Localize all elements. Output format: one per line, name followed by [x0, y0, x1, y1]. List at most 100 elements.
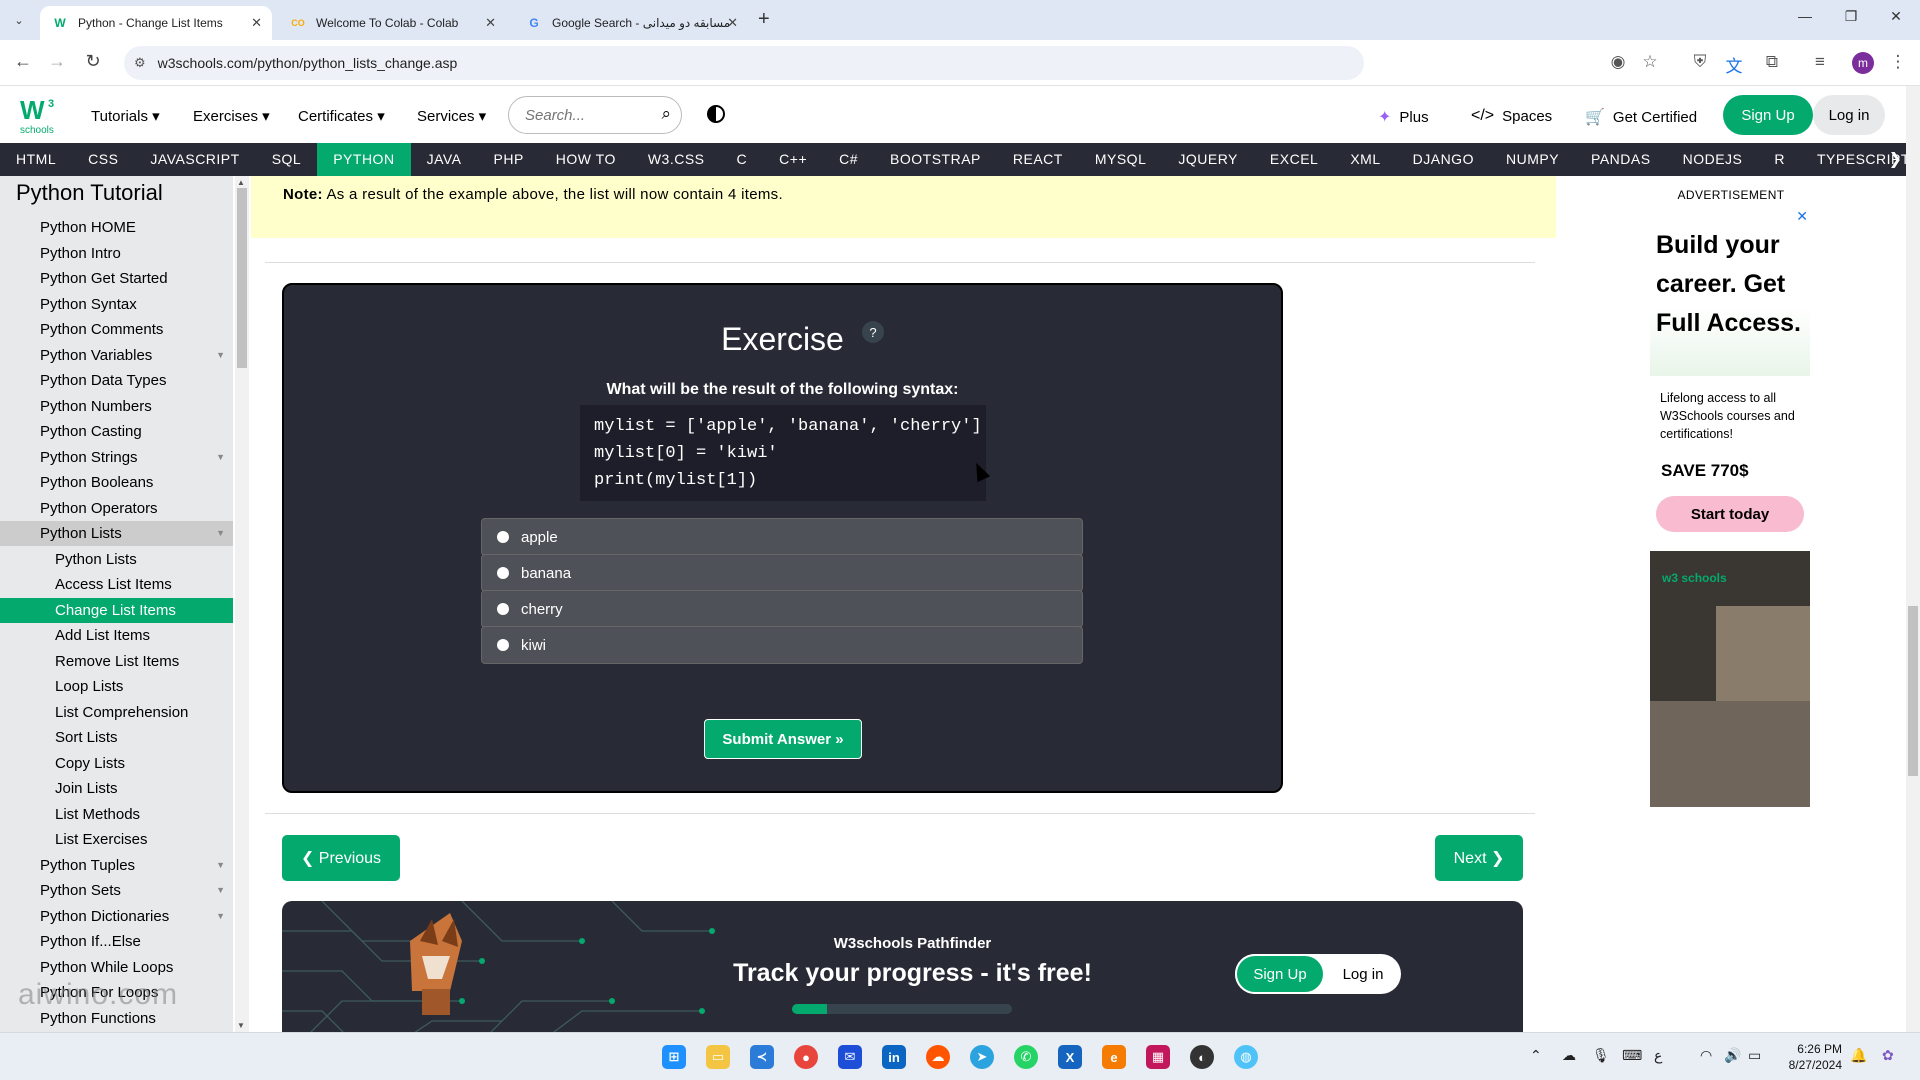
telegram-icon[interactable]: ➤: [970, 1045, 994, 1069]
cloud-icon[interactable]: ☁: [1562, 1047, 1576, 1064]
subject-link-c[interactable]: C: [721, 143, 764, 176]
sidebar-item-python-syntax[interactable]: Python Syntax: [0, 292, 233, 317]
tab-google-search[interactable]: G مسابقه دو میدانی - Google Search ✕: [514, 6, 748, 40]
subject-link-javascript[interactable]: JAVASCRIPT: [134, 143, 255, 176]
scroll-down-arrow-icon[interactable]: ▼: [237, 1021, 245, 1030]
eye-off-icon[interactable]: ◉: [1606, 52, 1630, 72]
sidebar-item-remove-list-items[interactable]: Remove List Items: [0, 649, 233, 674]
tab-python-change-list-items[interactable]: W Python - Change List Items ✕: [40, 6, 272, 40]
subject-link-bootstrap[interactable]: BOOTSTRAP: [874, 143, 997, 176]
certificates-menu[interactable]: Certificates ▾: [298, 107, 385, 125]
address-bar[interactable]: ⚙ w3schools.com/python/python_lists_chan…: [124, 46, 1364, 80]
media-app-icon[interactable]: ◐: [1190, 1045, 1214, 1069]
sidebar-item-python-if-else[interactable]: Python If...Else: [0, 929, 233, 954]
linkedin-icon[interactable]: in: [882, 1045, 906, 1069]
sidebar-item-python-strings[interactable]: Python Strings ▼: [0, 445, 233, 470]
sidebar-item-python-lists[interactable]: Python Lists ▼: [0, 521, 233, 546]
subject-link-python[interactable]: PYTHON: [317, 143, 411, 176]
kebab-menu-icon[interactable]: ⋮: [1886, 52, 1910, 72]
subject-link-c-[interactable]: C++: [763, 143, 823, 176]
radio-button[interactable]: [497, 603, 509, 615]
sidebar-item-python-booleans[interactable]: Python Booleans: [0, 470, 233, 495]
subject-link-sql[interactable]: SQL: [256, 143, 318, 176]
chrome-icon[interactable]: ●: [794, 1045, 818, 1069]
globe-app-icon[interactable]: ◍: [1234, 1045, 1258, 1069]
previous-button[interactable]: ❮ Previous: [282, 835, 400, 881]
ad-image-banner[interactable]: w3 schools: [1650, 551, 1810, 807]
sidebar-item-python-casting[interactable]: Python Casting: [0, 419, 233, 444]
next-button[interactable]: Next ❯: [1435, 835, 1523, 881]
subject-link-numpy[interactable]: NUMPY: [1490, 143, 1575, 176]
exercises-menu[interactable]: Exercises ▾: [193, 107, 270, 125]
chevron-down-icon[interactable]: ▼: [216, 445, 225, 470]
site-info-icon[interactable]: ⚙: [134, 55, 146, 71]
close-window-button[interactable]: ✕: [1876, 8, 1916, 25]
sidebar-item-copy-lists[interactable]: Copy Lists: [0, 751, 233, 776]
x-app-icon[interactable]: X: [1058, 1045, 1082, 1069]
subject-link-jquery[interactable]: JQUERY: [1162, 143, 1254, 176]
subject-link-php[interactable]: PHP: [478, 143, 540, 176]
restore-button[interactable]: ❐: [1831, 8, 1871, 25]
sidebar-item-python-while-loops[interactable]: Python While Loops: [0, 955, 233, 980]
sidebar-item-python-variables[interactable]: Python Variables ▼: [0, 343, 233, 368]
extensions-puzzle-icon[interactable]: ⧉: [1760, 52, 1784, 72]
dark-mode-toggle-icon[interactable]: [707, 105, 725, 123]
pathfinder-login-button[interactable]: Log in: [1325, 954, 1401, 994]
sidebar-item-join-lists[interactable]: Join Lists: [0, 776, 233, 801]
subject-link-xml[interactable]: XML: [1334, 143, 1396, 176]
shield-extension-icon[interactable]: ⛨: [1688, 52, 1712, 72]
sidebar-item-python-numbers[interactable]: Python Numbers: [0, 394, 233, 419]
tab-search-button[interactable]: ⌄: [8, 9, 30, 31]
mail-icon[interactable]: ✉: [838, 1045, 862, 1069]
sidebar-item-sort-lists[interactable]: Sort Lists: [0, 725, 233, 750]
file-explorer-icon[interactable]: ▭: [706, 1045, 730, 1069]
answer-option-banana[interactable]: banana: [481, 554, 1083, 592]
vscode-icon[interactable]: ≺: [750, 1045, 774, 1069]
help-icon[interactable]: ?: [862, 321, 884, 343]
tab-colab[interactable]: CO Welcome To Colab - Colab ✕: [278, 6, 506, 40]
subject-link-c-[interactable]: C#: [823, 143, 874, 176]
chevron-down-icon[interactable]: ▼: [216, 343, 225, 368]
answer-option-cherry[interactable]: cherry: [481, 590, 1083, 628]
login-button[interactable]: Log in: [1813, 95, 1885, 135]
sidebar-item-change-list-items[interactable]: Change List Items: [0, 597, 233, 623]
subject-link-django[interactable]: DJANGO: [1397, 143, 1490, 176]
services-menu[interactable]: Services ▾: [417, 107, 486, 125]
back-arrow-icon[interactable]: ←: [10, 51, 36, 72]
sidebar-item-python-operators[interactable]: Python Operators: [0, 496, 233, 521]
answer-option-apple[interactable]: apple: [481, 518, 1083, 556]
sidebar-item-python-intro[interactable]: Python Intro: [0, 241, 233, 266]
subject-link-r[interactable]: R: [1758, 143, 1801, 176]
submit-answer-button[interactable]: Submit Answer »: [704, 719, 862, 759]
spaces-link[interactable]: </> Spaces: [1471, 107, 1552, 125]
page-scrollbar[interactable]: [1906, 86, 1920, 1032]
subject-link-mysql[interactable]: MYSQL: [1079, 143, 1163, 176]
subject-link-pandas[interactable]: PANDAS: [1575, 143, 1667, 176]
radio-button[interactable]: [497, 639, 509, 651]
signup-button[interactable]: Sign Up: [1723, 95, 1813, 135]
chevron-down-icon[interactable]: ▼: [216, 853, 225, 878]
sidebar-item-python-sets[interactable]: Python Sets ▼: [0, 878, 233, 903]
app-icon[interactable]: ▦: [1146, 1045, 1170, 1069]
sidebar-item-python-comments[interactable]: Python Comments: [0, 317, 233, 342]
page-scroll-thumb[interactable]: [1908, 606, 1918, 776]
close-tab-icon[interactable]: ✕: [727, 15, 738, 31]
close-tab-icon[interactable]: ✕: [251, 15, 262, 31]
sidebar-item-python-home[interactable]: Python HOME: [0, 215, 233, 240]
w3schools-logo[interactable]: W 3 schools: [18, 95, 62, 137]
keyboard-icon[interactable]: ⌨: [1622, 1047, 1642, 1064]
plus-link[interactable]: ✦ Plus: [1378, 107, 1429, 127]
soundcloud-icon[interactable]: ☁: [926, 1045, 950, 1069]
system-clock[interactable]: 6:26 PM 8/27/2024: [1772, 1041, 1842, 1073]
sidebar-item-list-exercises[interactable]: List Exercises: [0, 827, 233, 852]
sidebar-item-list-comprehension[interactable]: List Comprehension: [0, 700, 233, 725]
translate-extension-icon[interactable]: 文: [1722, 52, 1746, 77]
microphone-icon[interactable]: 🎙: [1592, 1047, 1610, 1064]
subject-link-html[interactable]: HTML: [0, 143, 72, 176]
ad-close-icon[interactable]: ✕: [1796, 208, 1808, 225]
bookmark-star-icon[interactable]: ☆: [1638, 52, 1662, 72]
sidebar-item-loop-lists[interactable]: Loop Lists: [0, 674, 233, 699]
profile-avatar[interactable]: m: [1852, 52, 1874, 74]
chevron-down-icon[interactable]: ▼: [216, 878, 225, 903]
media-queue-icon[interactable]: ≡: [1808, 52, 1832, 72]
